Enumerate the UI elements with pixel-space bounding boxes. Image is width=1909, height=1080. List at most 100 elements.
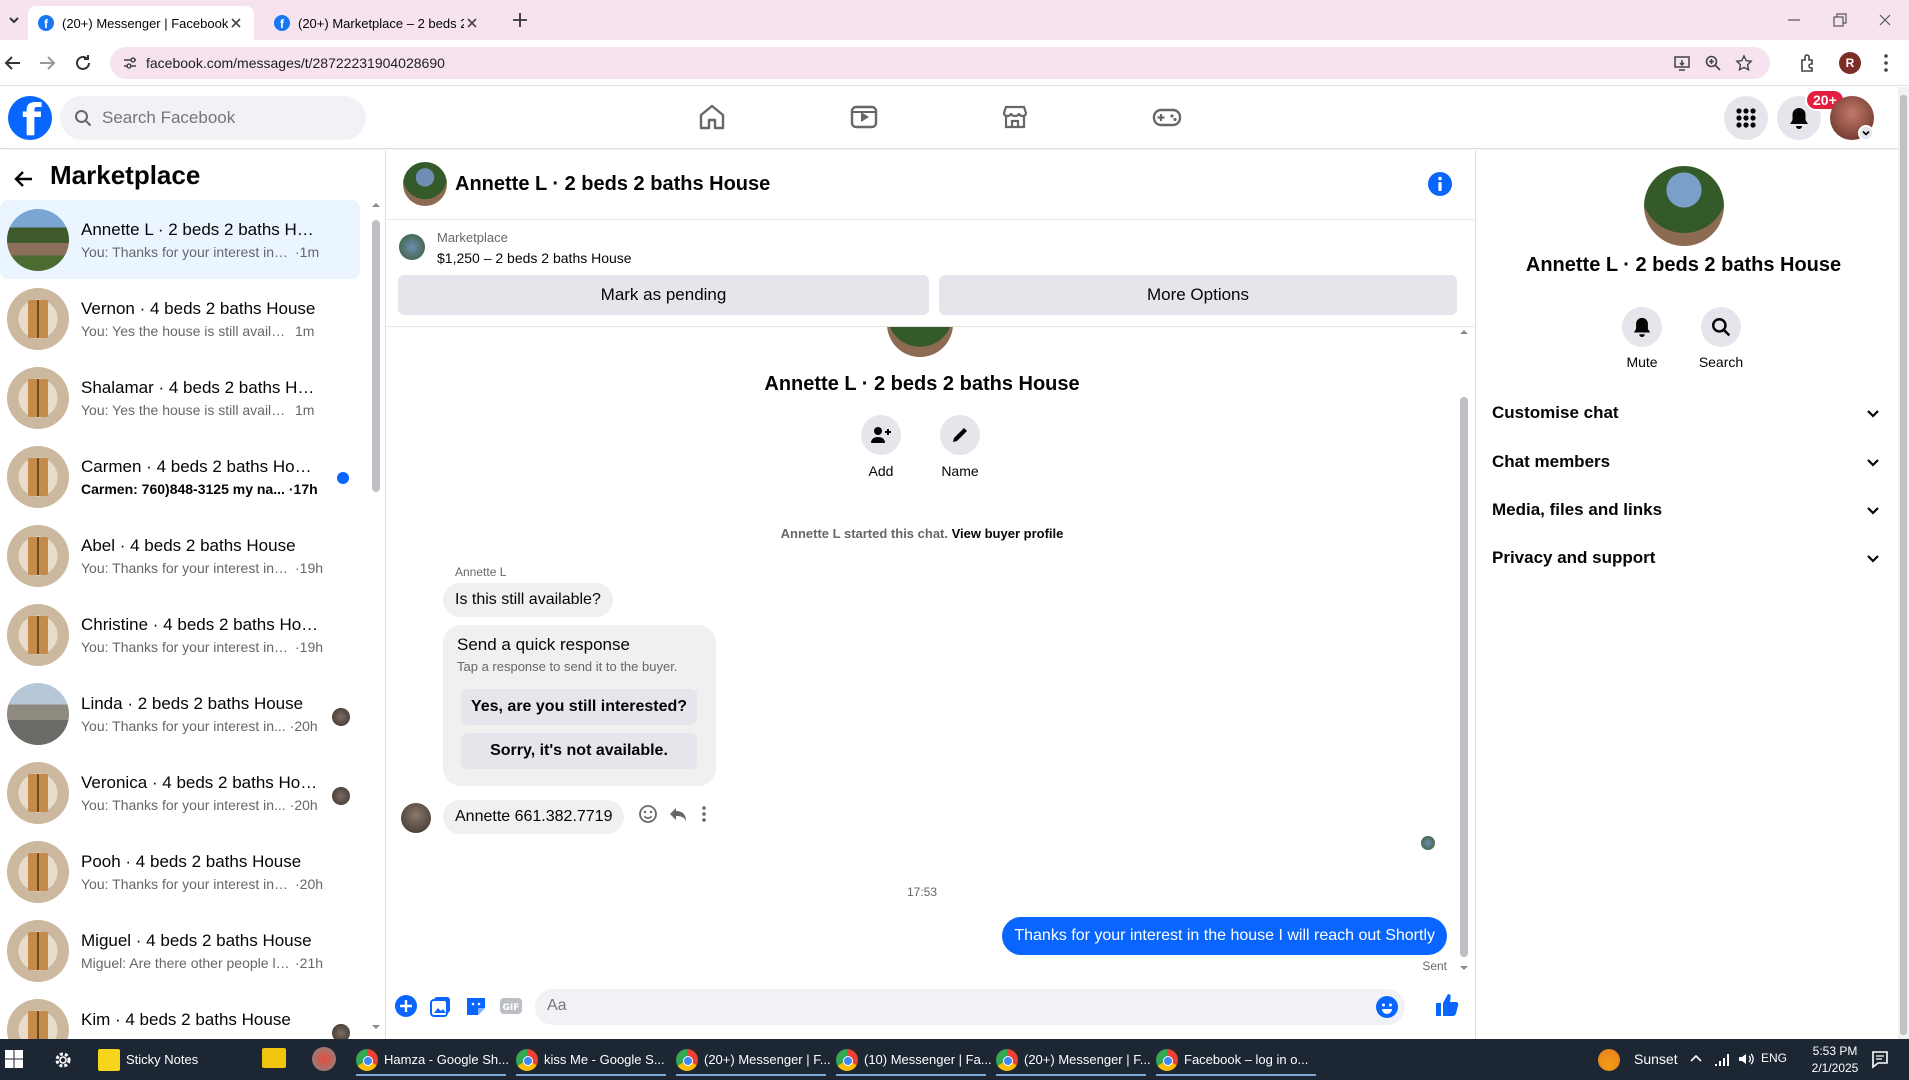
sidebar-scroll-thumb[interactable] xyxy=(372,220,380,492)
customise-chat-section[interactable]: Customise chat xyxy=(1492,393,1882,433)
page-scrollbar[interactable] xyxy=(1898,87,1909,1039)
back-arrow-icon[interactable] xyxy=(12,167,36,191)
sender-avatar[interactable] xyxy=(401,803,431,833)
browser-profile-avatar[interactable]: R xyxy=(1839,52,1861,74)
weather-sun-icon[interactable] xyxy=(1598,1049,1620,1071)
extensions-puzzle-icon[interactable] xyxy=(1797,52,1819,74)
conversation-title[interactable]: Annette L · 2 beds 2 baths House xyxy=(455,173,770,196)
sidebar-scrollbar[interactable] xyxy=(370,200,382,1035)
chat-item[interactable]: Annette L · 2 beds 2 baths House You: Tha… xyxy=(0,200,360,279)
chat-item[interactable]: Vernon · 4 beds 2 baths House You: Yes th… xyxy=(0,279,360,358)
url-text[interactable]: facebook.com/messages/t/2872223190402869… xyxy=(146,55,445,71)
quick-response-sorry-button[interactable]: Sorry, it's not available. xyxy=(461,733,697,769)
react-smiley-icon[interactable] xyxy=(637,803,659,825)
taskbar-item[interactable]: Facebook – log in o... xyxy=(1156,1043,1316,1076)
close-window-icon[interactable] xyxy=(1875,10,1895,30)
minimize-window-icon[interactable] xyxy=(1784,10,1804,30)
page-scroll-thumb[interactable] xyxy=(1900,95,1907,1035)
facebook-logo-icon[interactable]: f xyxy=(8,96,52,140)
windows-start-icon[interactable] xyxy=(4,1049,24,1069)
thumbs-up-like-icon[interactable] xyxy=(1434,992,1460,1018)
search-input[interactable] xyxy=(102,108,342,128)
taskbar-item[interactable]: Sticky Notes xyxy=(98,1043,246,1076)
chat-item[interactable]: Carmen · 4 beds 2 baths House Carmen: 760… xyxy=(0,437,360,516)
system-clock[interactable]: 5:53 PM 2/1/2025 xyxy=(1800,1043,1870,1077)
message-input-wrapper[interactable] xyxy=(535,989,1405,1025)
reload-icon[interactable] xyxy=(72,52,94,74)
outgoing-message[interactable]: Thanks for your interest in the house I … xyxy=(1002,917,1447,955)
info-icon[interactable] xyxy=(1427,171,1453,197)
new-tab-plus-icon[interactable] xyxy=(510,10,530,30)
reply-arrow-icon[interactable] xyxy=(667,803,689,825)
chat-members-section[interactable]: Chat members xyxy=(1492,442,1882,482)
quick-response-yes-button[interactable]: Yes, are you still interested? xyxy=(461,689,697,725)
more-options-button[interactable]: More Options xyxy=(939,275,1457,315)
more-kebab-icon[interactable] xyxy=(693,803,715,825)
chat-item[interactable]: Linda · 2 beds 2 baths House You: Thanks … xyxy=(0,674,360,753)
back-arrow-icon[interactable] xyxy=(2,52,24,74)
chat-item[interactable]: Veronica · 4 beds 2 baths Hou... You: Tha… xyxy=(0,753,360,832)
browser-tab-messenger[interactable]: f (20+) Messenger | Facebook xyxy=(28,6,254,40)
forward-arrow-icon[interactable] xyxy=(36,52,58,74)
photo-gallery-icon[interactable] xyxy=(429,994,453,1018)
scroll-up-arrow-icon[interactable] xyxy=(370,200,382,210)
gif-icon[interactable]: GIF xyxy=(499,994,523,1018)
chat-item[interactable]: Miguel · 4 beds 2 baths House Miguel: Are… xyxy=(0,911,360,990)
zoom-icon[interactable] xyxy=(1704,54,1722,72)
thread-scrollbar[interactable] xyxy=(1457,327,1471,975)
taskbar-item[interactable]: kiss Me - Google S... xyxy=(516,1043,666,1076)
taskbar-item[interactable]: (20+) Messenger | F... xyxy=(996,1043,1151,1076)
network-icon[interactable] xyxy=(1713,1050,1731,1068)
tray-chevron-up-icon[interactable] xyxy=(1687,1050,1705,1068)
address-bar[interactable]: facebook.com/messages/t/2872223190402869… xyxy=(110,47,1770,79)
chat-item[interactable]: Christine · 4 beds 2 baths House You: Tha… xyxy=(0,595,360,674)
chat-item[interactable]: Abel · 4 beds 2 baths House You: Thanks f… xyxy=(0,516,360,595)
emoji-smiley-icon[interactable] xyxy=(1375,995,1399,1019)
chat-item[interactable]: Pooh · 4 beds 2 baths House You: Thanks f… xyxy=(0,832,360,911)
add-people-action[interactable]: Add xyxy=(841,415,921,479)
mute-action[interactable]: Mute xyxy=(1602,307,1682,370)
file-explorer-icon[interactable] xyxy=(262,1048,286,1068)
weather-label[interactable]: Sunset xyxy=(1634,1051,1678,1067)
notification-center-icon[interactable] xyxy=(1870,1049,1890,1069)
scroll-down-arrow-icon[interactable] xyxy=(370,1022,382,1032)
language-indicator[interactable]: ENG xyxy=(1761,1051,1787,1065)
tab-search-chevron-icon[interactable] xyxy=(4,10,24,30)
message-input[interactable] xyxy=(547,997,1327,1015)
restore-window-icon[interactable] xyxy=(1829,10,1849,30)
chat-item[interactable]: Shalamar · 4 beds 2 baths House You: Yes … xyxy=(0,358,360,437)
chat-item[interactable]: Kim · 4 beds 2 baths House xyxy=(0,990,360,1039)
bookmark-star-icon[interactable] xyxy=(1735,54,1753,72)
plus-actions-icon[interactable] xyxy=(394,994,418,1018)
scroll-down-arrow-icon[interactable] xyxy=(1457,963,1471,973)
incoming-message[interactable]: Annette 661.382.7719 xyxy=(443,800,625,834)
listing-title[interactable]: $1,250 – 2 beds 2 baths House xyxy=(437,250,632,266)
gaming-controller-icon[interactable] xyxy=(1151,101,1183,133)
taskbar-item[interactable]: Hamza - Google Sh... xyxy=(356,1043,509,1076)
home-icon[interactable] xyxy=(696,101,728,133)
close-tab-icon[interactable] xyxy=(228,15,244,31)
taskbar-item[interactable]: (10) Messenger | Fa... xyxy=(836,1043,992,1076)
conversation-avatar[interactable] xyxy=(403,162,447,206)
search-in-chat-action[interactable]: Search xyxy=(1681,307,1761,370)
sticker-icon[interactable] xyxy=(464,994,488,1018)
app-icon[interactable] xyxy=(312,1047,336,1071)
close-tab-icon[interactable] xyxy=(464,15,480,31)
menu-grid-button[interactable] xyxy=(1724,96,1768,140)
site-settings-icon[interactable] xyxy=(122,55,138,71)
scroll-up-arrow-icon[interactable] xyxy=(1457,327,1471,337)
thread-scroll-thumb[interactable] xyxy=(1460,397,1468,957)
browser-menu-kebab-icon[interactable] xyxy=(1876,52,1896,74)
incoming-message[interactable]: Is this still available? xyxy=(443,583,613,617)
install-app-icon[interactable] xyxy=(1673,54,1691,72)
taskbar-item[interactable]: (20+) Messenger | F... xyxy=(676,1043,831,1076)
volume-icon[interactable] xyxy=(1737,1050,1755,1068)
media-files-links-section[interactable]: Media, files and links xyxy=(1492,490,1882,530)
chat-info-avatar[interactable] xyxy=(1644,166,1724,246)
edit-name-action[interactable]: Name xyxy=(920,415,1000,479)
view-buyer-profile-link[interactable]: View buyer profile xyxy=(952,526,1064,541)
account-chevron-down-icon[interactable] xyxy=(1858,125,1874,141)
listing-thumbnail[interactable] xyxy=(399,234,425,260)
settings-gear-icon[interactable] xyxy=(52,1049,74,1071)
privacy-support-section[interactable]: Privacy and support xyxy=(1492,538,1882,578)
